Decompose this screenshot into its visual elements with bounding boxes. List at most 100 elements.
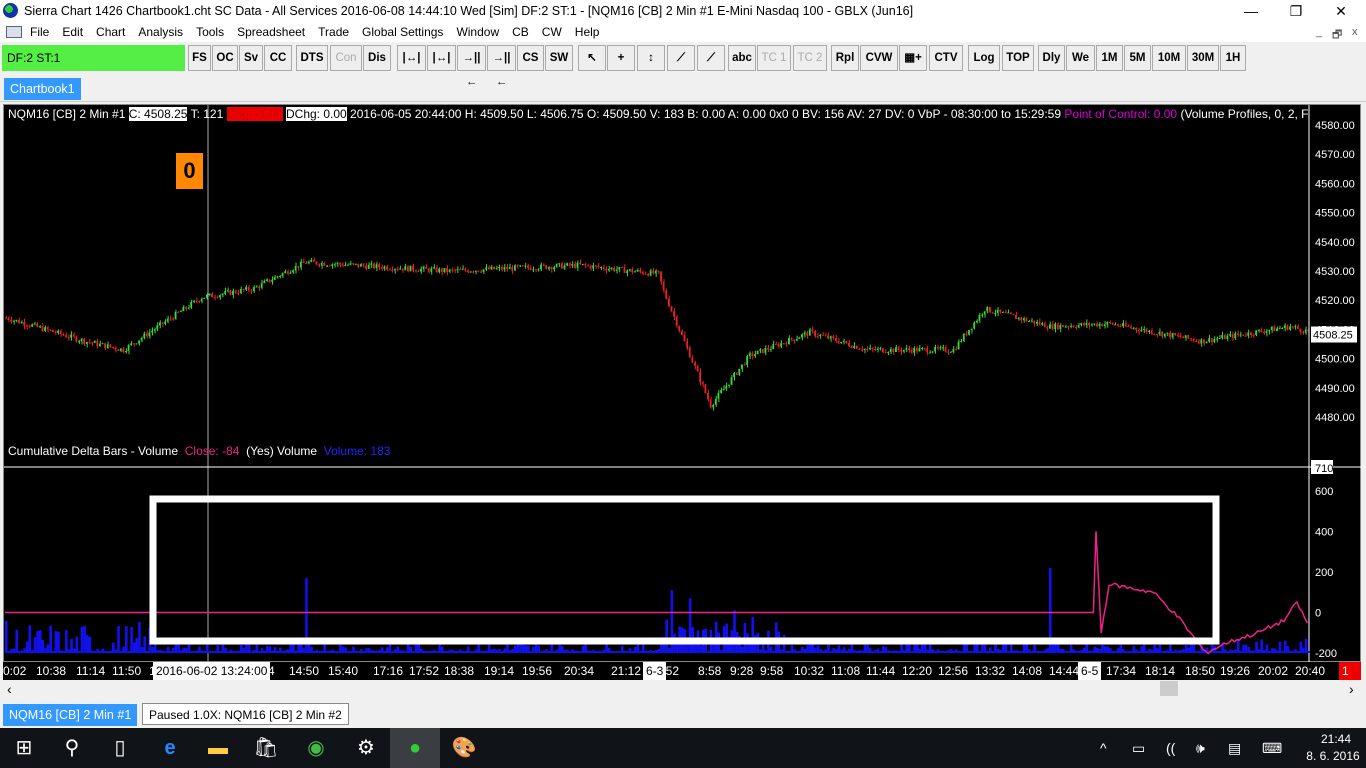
volume-bar [944, 650, 948, 653]
menu-file[interactable]: File [30, 25, 49, 39]
toolbar-button-0[interactable]: FS [188, 45, 211, 71]
toolbar-button-18[interactable]: abc [728, 45, 756, 71]
toolbar-button-16[interactable]: ⟋ [667, 45, 695, 71]
tray-device-icon[interactable]: ▭ [1132, 740, 1145, 757]
volume-bar [409, 646, 413, 653]
mdi-system-icon[interactable] [6, 26, 22, 38]
menu-global-settings[interactable]: Global Settings [362, 25, 443, 39]
toolbar-button-29[interactable]: 1M [1096, 45, 1123, 71]
toolbar-button-8[interactable]: |↔| [427, 45, 456, 71]
edge-icon[interactable]: e [146, 728, 194, 768]
chart-area[interactable]: 4580.00 4570.00 4560.00 4550.00 4540.00 4530.… [3, 104, 1362, 663]
toolbar-button-32[interactable]: 30M [1187, 45, 1219, 71]
toolbar-button-7[interactable]: |↔| [397, 45, 426, 71]
sierra-chart-globe-icon[interactable]: ● [390, 728, 440, 768]
volume-icon[interactable]: 🕪 [1196, 740, 1205, 757]
price-candle [628, 269, 631, 271]
tab-chart-1[interactable]: NQM16 [CB] 2 Min #1 [3, 704, 138, 726]
mdi-minimize-button[interactable]: _ [1316, 26, 1322, 38]
menu-window[interactable]: Window [456, 25, 499, 39]
chart-canvas[interactable]: 4580.00 4570.00 4560.00 4550.00 4540.00 4530.… [4, 105, 1362, 663]
task-view-icon[interactable]: ▯ [96, 728, 144, 768]
close-button[interactable]: ✕ [1318, 0, 1364, 22]
start-icon[interactable]: ⊞ [0, 728, 48, 768]
tab-chartbook1[interactable]: Chartbook1 [4, 78, 81, 100]
maximize-button[interactable]: ❐ [1273, 0, 1319, 22]
price-candle [344, 264, 346, 266]
toolbar-button-2[interactable]: Sv [239, 45, 263, 71]
menu-edit[interactable]: Edit [62, 25, 83, 39]
toolbar-button-28[interactable]: We [1066, 45, 1095, 71]
toolbar-button-14[interactable]: + [607, 45, 635, 71]
price-candle [80, 338, 83, 342]
toolbar-button-19[interactable]: TC 1 [757, 45, 791, 71]
price-candle [49, 329, 51, 331]
toolbar-button-4[interactable]: DTS [296, 45, 328, 71]
volume-bar [438, 643, 441, 653]
price-candle [31, 324, 33, 327]
menu-analysis[interactable]: Analysis [138, 25, 183, 39]
toolbar-button-11[interactable]: CS [517, 45, 544, 71]
toolbar-button-13[interactable]: ↖ [578, 45, 606, 71]
error-indicator[interactable]: 1 E [1339, 662, 1361, 696]
price-candle [1208, 338, 1210, 342]
wifi-icon[interactable]: (( [1166, 740, 1175, 756]
mdi-restore-button[interactable]: 🗗 [1332, 26, 1342, 45]
scroll-thumb[interactable] [1160, 681, 1178, 696]
paint-icon[interactable]: 🎨 [440, 728, 488, 768]
volume-bar [1142, 643, 1146, 653]
toolbar-button-30[interactable]: 5M [1124, 45, 1151, 71]
menu-cw[interactable]: CW [542, 25, 562, 39]
toolbar-button-20[interactable]: TC 2 [793, 45, 827, 71]
toolbar-button-22[interactable]: CVW [860, 45, 898, 71]
price-candle [983, 311, 986, 315]
price-candle [375, 264, 378, 268]
toolbar-button-10[interactable]: →||← [487, 45, 516, 88]
price-candle [396, 269, 399, 271]
menu-chart[interactable]: Chart [96, 25, 125, 39]
price-candle [1103, 324, 1106, 327]
volume-bar [59, 650, 63, 653]
toolbar-button-24[interactable]: CTV [929, 45, 963, 71]
toolbar-button-15[interactable]: ↕ [637, 45, 665, 71]
minimize-button[interactable]: — [1228, 0, 1274, 22]
tray-chevron-icon[interactable]: ^ [1100, 740, 1107, 756]
settings-gear-icon[interactable]: ⚙ [342, 728, 390, 768]
volume-bar [665, 619, 668, 653]
search-icon[interactable]: ⚲ [48, 728, 96, 768]
notifications-icon[interactable]: ▤ [1228, 740, 1241, 757]
chrome-icon[interactable]: ◉ [292, 728, 340, 768]
clock-time[interactable]: 21:44 [1311, 732, 1361, 746]
toolbar-button-9[interactable]: →||← [457, 45, 486, 88]
toolbar-button-25[interactable]: Log [968, 45, 1000, 71]
tab-chart-2[interactable]: Paused 1.0X: NQM16 [CB] 2 Min #2 [142, 703, 349, 725]
toolbar-button-12[interactable]: SW [545, 45, 573, 71]
menu-trade[interactable]: Trade [318, 25, 349, 39]
toolbar-button-26[interactable]: TOP [1002, 45, 1034, 71]
menu-cb[interactable]: CB [512, 25, 529, 39]
menu-spreadsheet[interactable]: Spreadsheet [237, 25, 305, 39]
toolbar-button-23[interactable]: ▦+ [899, 45, 927, 71]
clock-date[interactable]: 8. 6. 2016 [1301, 749, 1365, 763]
toolbar-button-1[interactable]: OC [212, 45, 238, 71]
toolbar-button-27[interactable]: Dly [1038, 45, 1065, 71]
toolbar-button-31[interactable]: 10M [1152, 45, 1186, 71]
store-icon[interactable]: 🛍 [242, 728, 290, 768]
keyboard-icon[interactable]: ⌨ [1262, 740, 1282, 757]
toolbar-button-33[interactable]: 1H [1220, 45, 1246, 71]
price-candle [970, 328, 973, 331]
menu-help[interactable]: Help [575, 25, 600, 39]
toolbar-button-6[interactable]: Dis [363, 45, 391, 71]
toolbar-button-3[interactable]: CC [264, 45, 292, 71]
menu-tools[interactable]: Tools [196, 25, 224, 39]
toolbar-button-5[interactable]: Con [330, 45, 362, 71]
drawing-marker[interactable]: 0 [176, 153, 203, 189]
scroll-right-arrow[interactable]: › [1349, 681, 1354, 697]
price-candle [1304, 329, 1307, 333]
file-explorer-icon[interactable]: ▬ [194, 728, 242, 768]
toolbar-button-17[interactable]: ⟋ [697, 45, 725, 71]
horizontal-scrollbar[interactable]: ‹ › [3, 680, 1361, 698]
scroll-left-arrow[interactable]: ‹ [7, 681, 12, 697]
toolbar-button-21[interactable]: Rpl [831, 45, 859, 71]
mdi-close-button[interactable]: x [1352, 26, 1358, 38]
